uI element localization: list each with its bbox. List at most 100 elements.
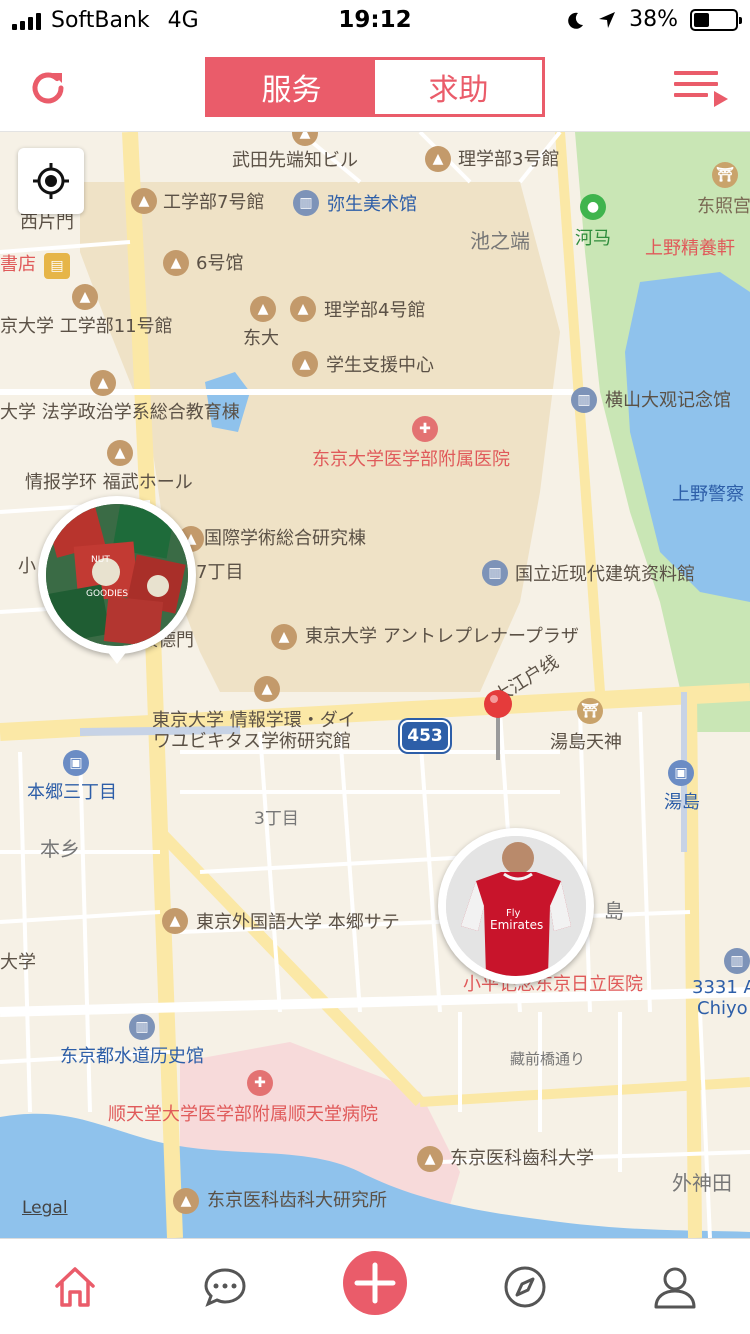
tab-bar bbox=[0, 1238, 750, 1334]
menu-button[interactable] bbox=[674, 68, 728, 108]
map-label: 7丁目 bbox=[196, 562, 244, 583]
school-icon: ▲ bbox=[425, 146, 451, 172]
zoo-icon: ● bbox=[580, 194, 606, 220]
map-label: 大学 法学政治学系総合教育棟 bbox=[0, 402, 240, 423]
school-icon: ▲ bbox=[417, 1146, 443, 1172]
status-bar: SoftBank 4G 19:12 38% bbox=[0, 0, 750, 42]
refresh-button[interactable] bbox=[24, 64, 72, 112]
map-label: 湯島天神 bbox=[550, 732, 622, 753]
menu-list-icon bbox=[674, 71, 728, 107]
tab-profile[interactable] bbox=[649, 1261, 701, 1313]
shrine-icon: ⛩ bbox=[712, 162, 738, 188]
tab-chat[interactable] bbox=[199, 1261, 251, 1313]
map-label: 东大 bbox=[243, 328, 279, 349]
map-label: 大学 bbox=[0, 952, 36, 973]
nav-bar: 服务 求助 bbox=[0, 42, 750, 132]
svg-text:Emirates: Emirates bbox=[490, 918, 543, 932]
map-label: 武田先端知ビル bbox=[232, 150, 358, 171]
map-label: 島 bbox=[604, 899, 624, 923]
map-view[interactable]: ▲ ▲ ▲ ▥ ⛩ ● ▲ ▲ ▲ ▲ ▲ ▲ ▥ ✚ ▲ ▲ ▥ ▲ ▲ ⛩ … bbox=[0, 132, 750, 1238]
museum-icon: ▥ bbox=[724, 948, 750, 974]
map-label: 藏前橋通り bbox=[510, 1050, 586, 1068]
profile-icon bbox=[654, 1267, 696, 1309]
map-label: 3331 A bbox=[692, 977, 750, 998]
school-icon: ▲ bbox=[290, 296, 316, 322]
school-icon: ▲ bbox=[271, 624, 297, 650]
school-icon: ▲ bbox=[254, 676, 280, 702]
tab-help[interactable]: 求助 bbox=[375, 60, 542, 114]
school-icon: ▲ bbox=[173, 1188, 199, 1214]
svg-text:NUT: NUT bbox=[91, 555, 110, 565]
jersey-image: Fly Emirates bbox=[446, 836, 586, 976]
map-label: Chiyo bbox=[697, 998, 748, 1019]
map-label: 京大学 工学部11号館 bbox=[0, 316, 173, 337]
station-icon: ▣ bbox=[668, 760, 694, 786]
shrine-icon: ⛩ bbox=[577, 698, 603, 724]
school-icon: ▲ bbox=[162, 908, 188, 934]
museum-icon: ▥ bbox=[571, 387, 597, 413]
add-button[interactable] bbox=[343, 1251, 407, 1315]
school-icon: ▲ bbox=[72, 284, 98, 310]
hospital-icon: ✚ bbox=[247, 1070, 273, 1096]
map-label: 小 bbox=[18, 556, 36, 577]
map-label: 池之端 bbox=[470, 229, 530, 253]
crosshair-icon bbox=[33, 163, 69, 199]
museum-icon: ▥ bbox=[293, 190, 319, 216]
battery-icon bbox=[690, 8, 742, 31]
map-label: 顺天堂大学医学部附属顺天堂病院 bbox=[108, 1104, 378, 1125]
map-label: 情报学环 福武ホール bbox=[25, 472, 193, 493]
avatar-pointer bbox=[103, 646, 131, 664]
locate-me-button[interactable] bbox=[18, 148, 84, 214]
status-right: 38% bbox=[565, 7, 742, 32]
home-icon bbox=[55, 1267, 95, 1307]
map-label: 工学部7号館 bbox=[163, 192, 265, 213]
map-label: 東京大学 アントレプレナープラザ bbox=[305, 626, 579, 647]
map-label: 湯島 bbox=[664, 792, 700, 813]
map-label: 东照宫 bbox=[697, 196, 750, 217]
map-label: 东京医科齒科大学 bbox=[450, 1148, 594, 1169]
nut-goodies-image: NUT GOODIES bbox=[46, 504, 188, 646]
museum-icon: ▥ bbox=[482, 560, 508, 586]
map-label: 東京外国語大学 本郷サテ bbox=[196, 912, 400, 933]
map-label: 書店 bbox=[0, 254, 36, 275]
map-label: 本郷三丁目 bbox=[27, 782, 117, 803]
school-icon: ▲ bbox=[90, 370, 116, 396]
school-icon: ▲ bbox=[292, 351, 318, 377]
jersey-avatar[interactable]: Fly Emirates bbox=[438, 828, 594, 984]
tab-discover[interactable] bbox=[499, 1261, 551, 1313]
map-label: 东京医科齿科大研究所 bbox=[207, 1190, 387, 1211]
school-icon: ▲ bbox=[131, 188, 157, 214]
map-label: 弥生美术馆 bbox=[327, 194, 417, 215]
map-base bbox=[0, 132, 750, 1238]
map-label: 本乡 bbox=[40, 837, 80, 861]
route-shield: 453 bbox=[400, 720, 450, 752]
map-label: 东京都水道历史馆 bbox=[60, 1046, 204, 1067]
map-label: 理学部4号館 bbox=[324, 300, 426, 321]
location-arrow-icon bbox=[599, 11, 616, 28]
school-icon: ▲ bbox=[163, 250, 189, 276]
map-label: 横山大观记念馆 bbox=[605, 390, 731, 411]
map-label: 6号馆 bbox=[196, 253, 244, 274]
tab-home[interactable] bbox=[49, 1261, 101, 1313]
moon-icon bbox=[568, 12, 584, 29]
school-icon: ▲ bbox=[107, 440, 133, 466]
school-icon: ▲ bbox=[250, 296, 276, 322]
map-label: 東京大学 情報学環・ダイ bbox=[152, 710, 356, 731]
map-label: 上野精養軒 bbox=[645, 238, 735, 259]
map-label: 理学部3号館 bbox=[458, 149, 560, 170]
map-label: 外神田 bbox=[672, 1171, 732, 1195]
museum-icon: ▥ bbox=[129, 1014, 155, 1040]
nut-goodies-avatar[interactable]: NUT GOODIES bbox=[38, 496, 196, 654]
location-pin-icon[interactable] bbox=[482, 688, 514, 764]
map-label: 国立近现代建筑资料館 bbox=[515, 564, 695, 585]
station-icon: ▣ bbox=[63, 750, 89, 776]
map-label: 学生支援中心 bbox=[326, 355, 434, 376]
shop-icon: ▤ bbox=[44, 253, 70, 279]
map-label: 上野警察 bbox=[672, 484, 744, 505]
tab-service[interactable]: 服务 bbox=[208, 60, 375, 114]
legal-link[interactable]: Legal bbox=[22, 1198, 68, 1218]
map-label: 3丁目 bbox=[254, 809, 299, 829]
map-label: 西片門 bbox=[20, 212, 74, 233]
map-label: ワユビキタス学術研究館 bbox=[153, 731, 351, 752]
map-label: 东京大学医学部附属医院 bbox=[312, 449, 510, 470]
